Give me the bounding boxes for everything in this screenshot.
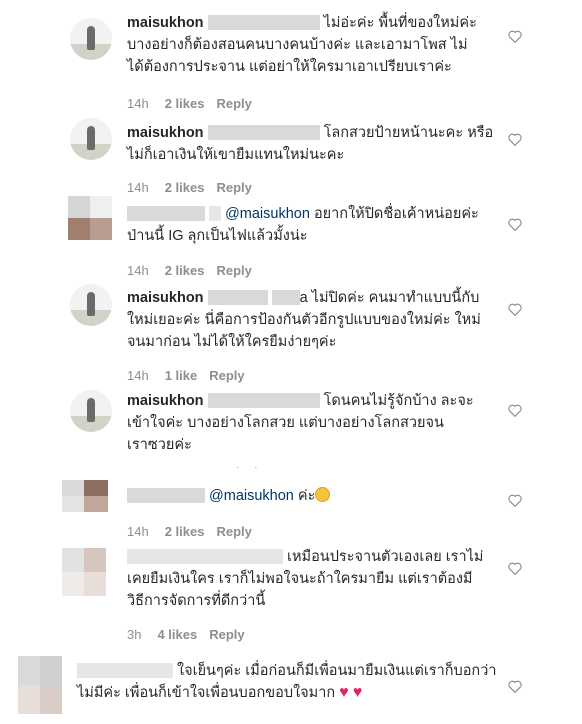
- username[interactable]: maisukhon: [127, 15, 204, 31]
- like-heart-icon[interactable]: [508, 303, 522, 316]
- redacted-name: [207, 125, 320, 140]
- avatar[interactable]: [70, 284, 112, 326]
- comment-text: เหมือนประจานตัวเองเลย เราไม่: [287, 549, 484, 565]
- comment-body: maisukhon ไม่อ่ะค่ะ พื้นที่ของใหม่ค่ะ บา…: [127, 12, 477, 78]
- comment-body: ใจเย็นๆค่ะ เมื่อก่อนก็มีเพื่อนมายืมเงินแ…: [77, 660, 496, 704]
- red-heart-emoji-icon: ♥: [352, 684, 363, 701]
- timestamp: 3h: [127, 627, 142, 642]
- avatar[interactable]: [62, 548, 106, 596]
- comment-body: @maisukhon อยากให้ปิดชื่อเค้าหน่อยค่ะ ป่…: [127, 203, 479, 247]
- comment-meta: 14h 1 like Reply: [127, 368, 245, 383]
- redacted-name: [209, 206, 222, 221]
- comment-text: เราซวยค่ะ: [127, 437, 192, 453]
- timestamp: 14h: [127, 263, 149, 278]
- like-heart-icon[interactable]: [508, 562, 522, 575]
- reply-button[interactable]: Reply: [209, 368, 244, 383]
- mention-link[interactable]: @maisukhon: [209, 488, 294, 504]
- comment-text: โลกสวยป้ายหน้านะคะ หรือ: [323, 125, 494, 141]
- comment-text: ไม่อ่ะค่ะ พื้นที่ของใหม่ค่ะ: [323, 15, 477, 31]
- comment-text: บางอย่างก็ต้องสอนคนบางคนบ้างค่ะ และเอามา…: [127, 37, 468, 53]
- comment-meta: 3h 4 likes Reply: [127, 627, 245, 642]
- username[interactable]: maisukhon: [127, 125, 204, 141]
- comment-meta: 14h 2 likes Reply: [127, 96, 252, 111]
- comment-meta: 14h 2 likes Reply: [127, 180, 252, 195]
- comment-text: โดนคนไม่รู้จักบ้าง ละจะ: [323, 393, 474, 409]
- like-heart-icon[interactable]: [508, 30, 522, 43]
- comment-text: ได้ต้องการประจาน แต่อย่าให้ใครมาเอาเปรีย…: [127, 59, 452, 75]
- reply-button[interactable]: Reply: [209, 627, 244, 642]
- emoji-icon: [315, 487, 331, 502]
- red-heart-emoji-icon: ♥: [339, 684, 349, 701]
- comment-text: เคยยืมเงินใคร เราก็ไม่พอใจนะถ้าใครมายืม …: [127, 571, 473, 587]
- redacted-name: [127, 488, 205, 503]
- reply-button[interactable]: Reply: [216, 96, 251, 111]
- likes-count[interactable]: 2 likes: [165, 96, 205, 111]
- like-heart-icon[interactable]: [508, 680, 522, 693]
- comment-body: เหมือนประจานตัวเองเลย เราไม่ เคยยืมเงินใ…: [127, 546, 483, 612]
- comment-meta: 14h 2 likes Reply: [127, 263, 252, 278]
- comment-body: @maisukhon ค่ะ: [127, 485, 331, 507]
- username[interactable]: maisukhon: [127, 393, 204, 409]
- redacted-name: [207, 290, 268, 305]
- comment-body: maisukhon โดนคนไม่รู้จักบ้าง ละจะ เข้าใจ…: [127, 390, 474, 456]
- timestamp: 14h: [127, 368, 149, 383]
- timestamp: 14h: [127, 180, 149, 195]
- redacted-name: [127, 549, 283, 564]
- like-heart-icon[interactable]: [508, 494, 522, 507]
- comment-text: a ไม่ปิดค่ะ คนมาทำแบบนี้กับ: [299, 290, 480, 306]
- likes-count[interactable]: 2 likes: [165, 180, 205, 195]
- redacted-name: [271, 290, 300, 305]
- likes-count[interactable]: 2 likes: [165, 524, 205, 539]
- redacted-name: [207, 15, 320, 30]
- redacted-name: [77, 663, 173, 678]
- like-heart-icon[interactable]: [508, 218, 522, 231]
- redacted-name: [207, 393, 320, 408]
- avatar[interactable]: [68, 196, 112, 240]
- avatar[interactable]: [62, 480, 108, 512]
- comment-text: อยากให้ปิดชื่อเค้าหน่อยค่ะ: [313, 206, 479, 222]
- comment-text: ไม่มีค่ะ เพื่อนก็เข้าใจเพื่อนบอกขอบใจมาก: [77, 685, 336, 701]
- reply-button[interactable]: Reply: [216, 180, 251, 195]
- comment-text: จนมาก่อน ไม่ได้ให้ใครยืมง่ายๆค่ะ: [127, 334, 337, 350]
- more-dots: · ·: [236, 462, 264, 473]
- timestamp: 14h: [127, 524, 149, 539]
- avatar[interactable]: [70, 18, 112, 60]
- comment-text: ใจเย็นๆค่ะ เมื่อก่อนก็มีเพื่อนมายืมเงินแ…: [177, 663, 497, 679]
- avatar[interactable]: [70, 118, 112, 160]
- reply-button[interactable]: Reply: [216, 524, 251, 539]
- likes-count[interactable]: 2 likes: [165, 263, 205, 278]
- comment-text: เข้าใจค่ะ บางอย่างโลกสวย แต่บางอย่างโลกส…: [127, 415, 444, 431]
- like-heart-icon[interactable]: [508, 404, 522, 417]
- comment-meta: 14h 2 likes Reply: [127, 524, 252, 539]
- mention-link[interactable]: @maisukhon: [225, 206, 310, 222]
- redacted-name: [127, 206, 205, 221]
- likes-count[interactable]: 4 likes: [157, 627, 197, 642]
- avatar[interactable]: [18, 656, 62, 714]
- comment-text: ใหม่เยอะค่ะ นี่คือการป้องกันตัวอีกรูปแบบ…: [127, 312, 481, 328]
- comment-text: ป่านนี้ IG ลุกเป็นไฟแล้วมั้งน่ะ: [127, 228, 308, 244]
- comment-body: maisukhon a ไม่ปิดค่ะ คนมาทำแบบนี้กับ ให…: [127, 287, 481, 353]
- username[interactable]: maisukhon: [127, 290, 204, 306]
- reply-button[interactable]: Reply: [216, 263, 251, 278]
- comment-text: วิธีการจัดการที่ดีกว่านี้: [127, 593, 266, 609]
- timestamp: 14h: [127, 96, 149, 111]
- avatar[interactable]: [70, 390, 112, 432]
- likes-count[interactable]: 1 like: [165, 368, 198, 383]
- comment-body: maisukhon โลกสวยป้ายหน้านะคะ หรือ ไม่ก็เ…: [127, 122, 493, 166]
- like-heart-icon[interactable]: [508, 133, 522, 146]
- comment-text: ค่ะ: [297, 488, 316, 504]
- comment-text: ไม่ก็เอาเงินให้เขายืมแทนใหม่นะคะ: [127, 147, 345, 163]
